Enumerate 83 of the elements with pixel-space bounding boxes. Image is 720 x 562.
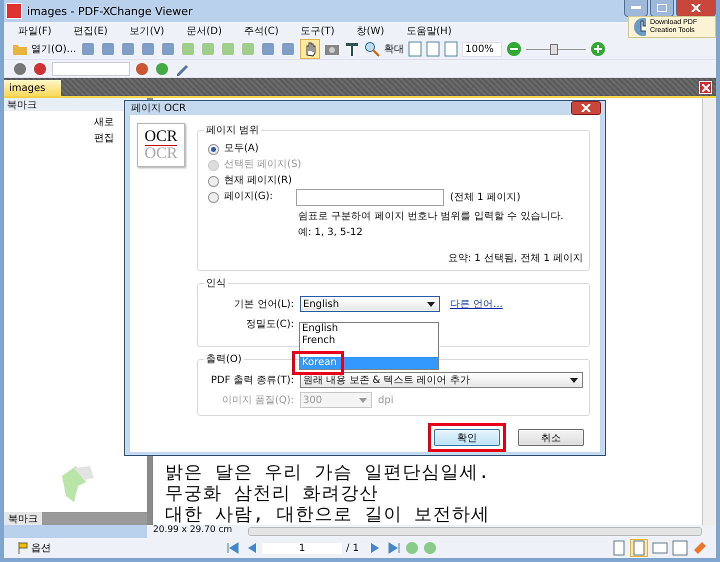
- folder-icon: [12, 42, 28, 56]
- group-title: 페이지 범위: [205, 124, 260, 137]
- menu-item[interactable]: 편집(E): [74, 24, 108, 38]
- flag-icon: [18, 542, 28, 554]
- field-label: 기본 언어(L):: [233, 298, 294, 311]
- close-icon: [691, 4, 701, 12]
- panel-title: 북마크: [7, 100, 37, 111]
- actual-size-icon[interactable]: [444, 41, 458, 57]
- dropdown-arrow-icon: [359, 398, 367, 402]
- field-label: 정밀도(C):: [244, 318, 294, 331]
- continuous-page-icon[interactable]: [630, 539, 648, 557]
- menu-item[interactable]: 파일(F): [18, 24, 52, 38]
- language-option[interactable]: English: [300, 323, 438, 335]
- menu-item[interactable]: 도구(T): [300, 24, 335, 38]
- first-page-icon[interactable]: [226, 541, 240, 555]
- zoom-slider[interactable]: [526, 43, 586, 55]
- page-count-label: (전체 1 페이지): [450, 191, 521, 204]
- field-label: PDF 출력 종류(T):: [210, 374, 294, 387]
- bookmark-tool-button[interactable]: 새로: [94, 115, 114, 129]
- continuous-facing-icon[interactable]: [672, 540, 688, 556]
- menu-item[interactable]: 도움말(H): [406, 24, 452, 38]
- other-languages-link[interactable]: 다른 언어...: [450, 297, 503, 311]
- last-page-icon[interactable]: [386, 541, 401, 555]
- example-text: 예: 1, 3, 5-12: [298, 226, 364, 239]
- page-range-field[interactable]: [296, 188, 444, 206]
- zoom-label[interactable]: 확대: [384, 42, 404, 56]
- zoom-in-icon[interactable]: [590, 41, 606, 57]
- close-button[interactable]: [676, 0, 716, 17]
- options-button[interactable]: 옵션: [18, 541, 51, 555]
- output-type-dropdown[interactable]: 원래 내용 보존 & 텍스트 레이어 추가: [300, 372, 583, 388]
- logo-text: OCR: [144, 128, 178, 146]
- document-text-line: 대한 사람, 대한으로 길이 보전하세: [165, 504, 490, 525]
- minimize-button[interactable]: [624, 0, 648, 17]
- summary-text: 요약: 1 선택됨, 전체 1 페이지: [446, 252, 583, 265]
- language-dropdown[interactable]: English: [300, 296, 440, 312]
- close-document-button[interactable]: [699, 81, 712, 94]
- page-total-label: / 1: [346, 542, 359, 554]
- menu-item[interactable]: 보기(V): [130, 24, 164, 38]
- bookmark-panel-tab[interactable]: 북마크: [4, 512, 42, 525]
- document-text-line: 무궁화 삼천리 화려강산: [165, 483, 380, 504]
- single-page-icon[interactable]: [612, 540, 626, 556]
- dropdown-arrow-icon: [570, 378, 578, 382]
- maximize-icon: [657, 4, 667, 12]
- app-icon: [6, 3, 22, 19]
- dropdown-arrow-icon: [427, 302, 435, 306]
- bookmark-tool-button[interactable]: 편집: [94, 131, 114, 145]
- minimize-icon: [631, 6, 641, 10]
- radio-option[interactable]: 현재 페이지(R): [208, 174, 292, 188]
- window-title: images - PDF-XChange Viewer: [27, 4, 193, 18]
- dialog-title: 페이지 OCR: [131, 102, 186, 115]
- close-button[interactable]: [571, 101, 601, 115]
- facing-pages-icon[interactable]: [652, 540, 668, 556]
- menu-item[interactable]: 창(W): [356, 24, 384, 38]
- group-title: 출력(O): [205, 353, 243, 366]
- fit-width-icon[interactable]: [426, 41, 440, 57]
- highlighter-icon[interactable]: [692, 540, 708, 556]
- zoom-field[interactable]: 100%: [462, 42, 502, 56]
- search-field[interactable]: [52, 62, 130, 76]
- hint-text: 쉼표로 구분하여 페이지 번호나 범위를 입력할 수 있습니다.: [298, 210, 564, 223]
- page-number-field[interactable]: 1: [262, 542, 342, 554]
- field-label: 이미지 품질(Q):: [220, 394, 294, 407]
- document-text-line: 밝은 달은 우리 가슴 일편단심일세.: [165, 462, 490, 483]
- group-title: 인식: [205, 277, 227, 290]
- unit-label: dpi: [378, 394, 394, 406]
- hand-tool-icon[interactable]: [300, 39, 320, 59]
- horizontal-scrollbar[interactable]: [248, 527, 702, 536]
- language-option[interactable]: French: [300, 335, 438, 347]
- fit-page-icon[interactable]: [408, 41, 422, 57]
- menu-item[interactable]: 문서(D): [186, 24, 222, 38]
- document-tab[interactable]: images: [4, 80, 62, 96]
- menu-item[interactable]: 주석(C): [244, 24, 279, 38]
- page-size-label: 20.99 x 29.70 cm: [152, 525, 234, 537]
- dialog-button[interactable]: 확인: [434, 429, 500, 446]
- logo-reflection-text: OCR: [144, 146, 178, 162]
- dialog-button[interactable]: 취소: [518, 429, 584, 446]
- vertical-scrollbar[interactable]: [702, 98, 716, 525]
- zoom-icon[interactable]: [364, 41, 380, 57]
- open-button[interactable]: 열기(O)...: [12, 42, 76, 56]
- radio-option[interactable]: 페이지(G):: [208, 190, 284, 204]
- close-icon: [581, 104, 591, 112]
- radio-option[interactable]: 모두(A): [208, 142, 284, 156]
- text-tool-icon[interactable]: [344, 41, 360, 57]
- zoom-out-icon[interactable]: [506, 41, 522, 57]
